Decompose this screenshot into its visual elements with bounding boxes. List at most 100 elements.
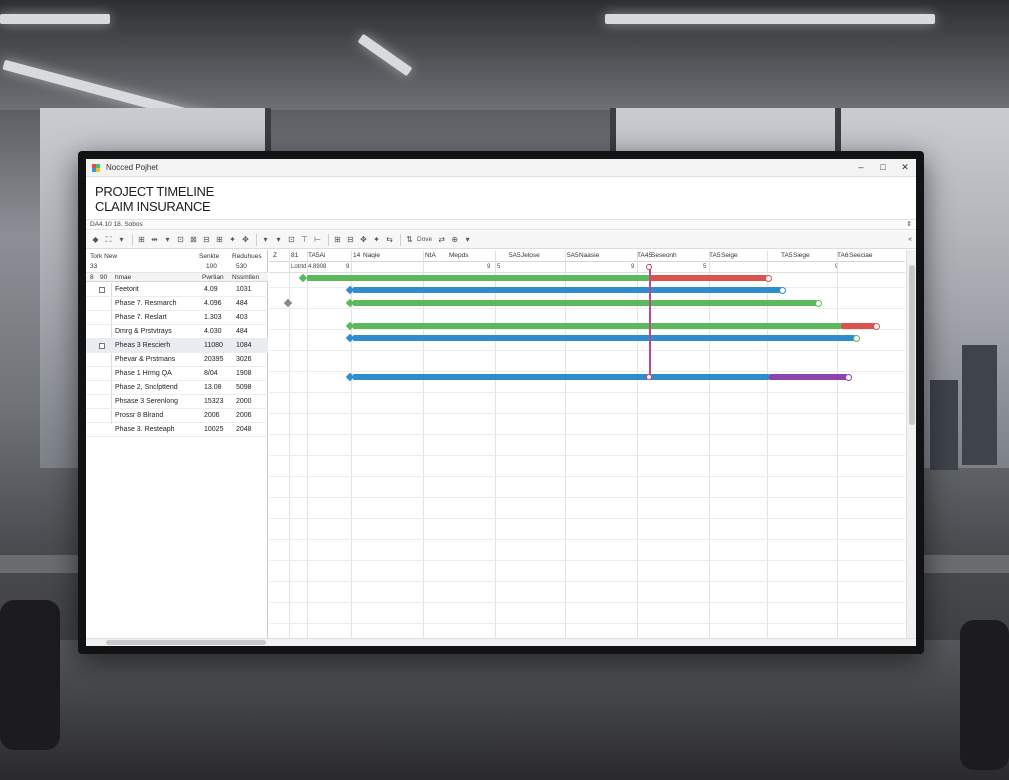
vertical-scrollbar[interactable] [906, 250, 916, 638]
gantt-task-bar-overrun[interactable] [769, 374, 847, 380]
toolbar-icon[interactable]: ⊡ [175, 234, 186, 245]
row-checkbox[interactable] [99, 287, 105, 293]
toolbar-icon[interactable]: ▾ [162, 234, 173, 245]
toolbar-icon[interactable]: ⊤ [299, 234, 310, 245]
gantt-row-line [269, 308, 905, 309]
toolbar-icon[interactable]: ⊞ [214, 234, 225, 245]
duration-cell: 4.09 [204, 286, 218, 293]
scroll-toggle-icon[interactable]: ⇕ [907, 220, 912, 230]
today-marker-icon[interactable] [646, 264, 652, 270]
toolbar-icon[interactable]: ▾ [260, 234, 271, 245]
toolbar-move-label[interactable]: Dove [417, 236, 432, 243]
toolbar-icon[interactable]: ⇆ [384, 234, 395, 245]
table-row[interactable]: Phevar & Prstmans 20395 3026 [86, 353, 268, 367]
table-row[interactable]: Phase 3. Resteaph 10025 2048 [86, 423, 268, 437]
gantt-row-line [269, 602, 905, 603]
monitor: Nocced Pojhet – □ ✕ PROJECT TIMELINE CLA… [78, 151, 924, 654]
table-row[interactable]: Phase 1 Hrmg QA 8/04 1908 [86, 367, 268, 381]
toolbar-icon[interactable]: ✥ [240, 234, 251, 245]
toolbar-icon[interactable]: ⇹ [149, 234, 160, 245]
toolbar-icon[interactable]: ⊞ [136, 234, 147, 245]
toolbar-icon[interactable]: ✦ [371, 234, 382, 245]
toolbar-collapse-icon[interactable]: « [908, 236, 912, 243]
toolbar-icon[interactable]: ⊞ [332, 234, 343, 245]
header-sub-0: 33 [90, 263, 98, 270]
toolbar-icon[interactable]: ▾ [273, 234, 284, 245]
task-name-cell: Phase 1 Hrmg QA [115, 370, 172, 377]
gantt-task-bar[interactable] [353, 287, 781, 293]
table-row[interactable]: Phsase 3 Serenlong 15323 2000 [86, 395, 268, 409]
duration-cell: 8/04 [204, 370, 218, 377]
toolbar-icon[interactable]: ⊟ [345, 234, 356, 245]
table-row[interactable]: Pheas 3 Rescierh 11080 1084 [86, 339, 268, 353]
resource-cell: 2006 [236, 412, 252, 419]
task-name-cell: Phase 3. Resteaph [115, 426, 175, 433]
timescale-label: 5A5 [567, 252, 579, 259]
maximize-button[interactable]: □ [872, 162, 894, 173]
gantt-task-bar[interactable] [353, 300, 817, 306]
gantt-milestone-icon[interactable] [298, 273, 308, 283]
today-marker-icon[interactable] [646, 374, 652, 380]
toolbar-icon[interactable]: ▾ [462, 234, 473, 245]
gantt-end-handle[interactable] [815, 299, 822, 307]
gantt-end-handle[interactable] [779, 286, 786, 294]
minimize-button[interactable]: – [850, 162, 872, 173]
toolbar-separator [132, 233, 133, 246]
info-bar: DA4.10 18. Sobos ⇕ [86, 219, 916, 230]
vertical-scroll-thumb[interactable] [909, 265, 915, 425]
gantt-row-line [269, 329, 905, 330]
row-checkbox[interactable] [99, 343, 105, 349]
header-task-name[interactable]: Tork New [90, 252, 117, 262]
toolbar-icon[interactable]: ⊟ [201, 234, 212, 245]
toolbar-icon[interactable]: ▾ [116, 234, 127, 245]
header-col1[interactable]: Senkte [199, 252, 219, 262]
table-row[interactable]: Prossr 8 Blrand 2006 2006 [86, 409, 268, 423]
gantt-end-handle[interactable] [845, 373, 852, 381]
close-button[interactable]: ✕ [894, 162, 916, 173]
timescale-label: Naasie [579, 252, 600, 259]
gantt-task-bar[interactable] [353, 374, 769, 380]
toolbar-icon[interactable]: ✥ [358, 234, 369, 245]
toolbar-icon[interactable]: ⊕ [449, 234, 460, 245]
header-col2[interactable]: Reduhues [232, 252, 262, 262]
toolbar-icon[interactable]: ⇅ [404, 234, 415, 245]
toolbar-icon[interactable]: ⊡ [286, 234, 297, 245]
gantt-row-line [269, 518, 905, 519]
header-c1[interactable]: Pwrtian [202, 273, 224, 283]
gantt-task-bar[interactable] [353, 323, 841, 329]
horizontal-scroll-thumb[interactable] [106, 640, 266, 645]
toolbar-icon[interactable]: ⛶ [103, 234, 114, 245]
table-row[interactable]: Phase 7. Reslart 1.303 403 [86, 311, 268, 325]
gantt-timescale: Z 81 TA5Ai 14 Naqie NtA Mepds 5A5 Jelose 5A5 Naasi… [269, 250, 905, 262]
toolbar-icon[interactable]: ✦ [227, 234, 238, 245]
task-name-cell: Pheas 3 Rescierh [115, 342, 171, 349]
gantt-marker-icon[interactable] [283, 298, 293, 308]
task-name-cell: Prossr 8 Blrand [115, 412, 164, 419]
header-name[interactable]: hmae [115, 273, 131, 283]
gantt-end-handle[interactable] [853, 334, 860, 342]
toolbar-icon[interactable]: ◆ [90, 234, 101, 245]
gantt-sub-m1: 9 [346, 264, 350, 270]
gantt-row-line [269, 560, 905, 561]
table-row[interactable]: Feetorit 4.09 1031 [86, 283, 268, 297]
toolbar-icon[interactable]: ⊠ [188, 234, 199, 245]
gantt-task-bar[interactable] [307, 275, 649, 281]
toolbar-icon[interactable]: ⇄ [436, 234, 447, 245]
horizontal-scrollbar[interactable] [86, 638, 916, 646]
gantt-row-line [269, 371, 905, 372]
duration-cell: 4.030 [204, 328, 222, 335]
gantt-end-handle[interactable] [873, 322, 880, 330]
toolbar-icon[interactable]: ⊢ [312, 234, 323, 245]
table-row[interactable]: Phase 7. Resmarch 4.096 484 [86, 297, 268, 311]
gantt-end-handle[interactable] [765, 274, 772, 282]
table-row[interactable]: Dmrg & Prstvtrays 4.030 484 [86, 325, 268, 339]
header-c2[interactable]: Nssmtlen [232, 273, 259, 283]
table-row[interactable]: Phase 2, Snclpttend 13.08 5098 [86, 381, 268, 395]
duration-cell: 4.096 [204, 300, 222, 307]
gantt-row-line [269, 413, 905, 414]
gantt-task-bar-overrun[interactable] [649, 275, 767, 281]
ceiling-light [0, 14, 110, 24]
gantt-task-bar[interactable] [353, 335, 855, 341]
gantt-task-bar-overrun[interactable] [841, 323, 875, 329]
gantt-row-line [269, 497, 905, 498]
